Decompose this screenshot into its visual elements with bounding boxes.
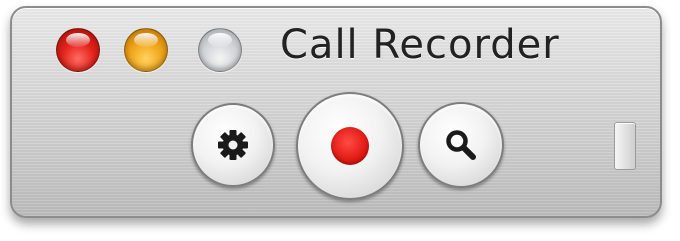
search-button[interactable]: [418, 102, 504, 188]
call-recorder-window: Call Recorder: [10, 6, 662, 218]
search-icon: [446, 130, 476, 160]
gear-icon: [218, 130, 248, 160]
window-title: Call Recorder: [280, 22, 560, 68]
record-icon: [331, 127, 369, 165]
resize-grip[interactable]: [614, 122, 636, 170]
minimize-button[interactable]: [124, 28, 168, 72]
zoom-button[interactable]: [198, 28, 242, 72]
record-button[interactable]: [296, 92, 404, 200]
settings-button[interactable]: [191, 103, 275, 187]
close-button[interactable]: [56, 28, 100, 72]
